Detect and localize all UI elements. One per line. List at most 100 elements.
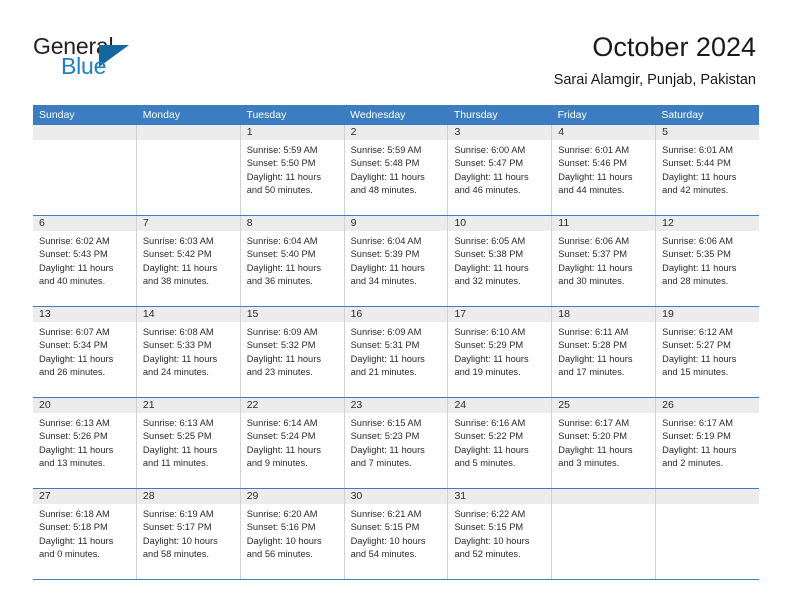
- sunrise-text: Sunrise: 6:13 AM: [39, 418, 110, 428]
- day-number: 22: [240, 398, 344, 413]
- calendar-day-cell[interactable]: 29 Sunrise: 6:20 AM Sunset: 5:16 PM Dayligh…: [240, 489, 345, 579]
- calendar-day-cell[interactable]: 15 Sunrise: 6:09 AM Sunset: 5:32 PM Dayligh…: [240, 307, 345, 397]
- day-sun-info: Sunrise: 6:22 AM Sunset: 5:15 PM Daylight:…: [448, 504, 551, 562]
- day-number: 21: [136, 398, 240, 413]
- day-sun-info: Sunrise: 6:03 AM Sunset: 5:42 PM Daylight:…: [137, 231, 240, 289]
- weekday-header-saturday: Saturday: [661, 109, 704, 121]
- sunset-text: Sunset: 5:29 PM: [454, 340, 524, 351]
- day-sun-info: Sunrise: 6:13 AM Sunset: 5:25 PM Daylight:…: [137, 413, 240, 471]
- daylight-text-line2: and 17 minutes.: [558, 367, 625, 378]
- calendar-day-cell[interactable]: 14 Sunrise: 6:08 AM Sunset: 5:33 PM Dayligh…: [136, 307, 241, 397]
- calendar-day-cell[interactable]: 9 Sunrise: 6:04 AM Sunset: 5:39 PM Daylight…: [344, 216, 449, 306]
- sunset-text: Sunset: 5:18 PM: [39, 522, 108, 533]
- day-number: 30: [344, 489, 448, 504]
- day-sun-info: Sunrise: 6:05 AM Sunset: 5:38 PM Daylight:…: [448, 231, 551, 289]
- daylight-text-line2: and 5 minutes.: [454, 458, 516, 469]
- day-number: 2: [344, 125, 448, 140]
- calendar-day-cell[interactable]: 20 Sunrise: 6:13 AM Sunset: 5:26 PM Dayligh…: [33, 398, 137, 488]
- page-header: General Blue October 2024 Sarai Alamgir,…: [0, 0, 792, 100]
- day-number: 31: [448, 489, 552, 504]
- daylight-text-line2: and 50 minutes.: [246, 185, 313, 196]
- calendar-day-cell[interactable]: 3 Sunrise: 6:00 AM Sunset: 5:47 PM Daylight…: [448, 125, 553, 215]
- calendar-day-cell[interactable]: 13 Sunrise: 6:07 AM Sunset: 5:34 PM Dayligh…: [33, 307, 137, 397]
- calendar-day-cell[interactable]: 11 Sunrise: 6:06 AM Sunset: 5:37 PM Dayligh…: [552, 216, 657, 306]
- calendar-day-cell[interactable]: 12 Sunrise: 6:06 AM Sunset: 5:35 PM Dayligh…: [656, 216, 760, 306]
- sunrise-text: Sunrise: 6:04 AM: [246, 236, 318, 246]
- day-sun-info: Sunrise: 6:16 AM Sunset: 5:22 PM Daylight:…: [448, 413, 551, 471]
- day-sun-info: Sunrise: 6:21 AM Sunset: 5:15 PM Daylight:…: [345, 504, 448, 562]
- day-number: 27: [33, 489, 136, 504]
- calendar-day-cell[interactable]: 18 Sunrise: 6:11 AM Sunset: 5:28 PM Dayligh…: [552, 307, 657, 397]
- generalblue-logo[interactable]: General Blue: [33, 33, 213, 85]
- daylight-text-line2: and 42 minutes.: [662, 185, 729, 196]
- calendar-day-cell[interactable]: 10 Sunrise: 6:05 AM Sunset: 5:38 PM Dayligh…: [448, 216, 553, 306]
- sunset-text: Sunset: 5:19 PM: [662, 431, 731, 442]
- calendar-week-row: 6 Sunrise: 6:02 AM Sunset: 5:43 PM Daylight…: [33, 216, 760, 307]
- sunset-text: Sunset: 5:38 PM: [454, 249, 524, 260]
- calendar-day-cell[interactable]: 16 Sunrise: 6:09 AM Sunset: 5:31 PM Dayligh…: [344, 307, 449, 397]
- day-number: 8: [240, 216, 344, 231]
- calendar-day-cell[interactable]: 5 Sunrise: 6:01 AM Sunset: 5:44 PM Daylight…: [656, 125, 760, 215]
- day-sun-info: Sunrise: 6:02 AM Sunset: 5:43 PM Daylight:…: [33, 231, 136, 289]
- daylight-text-line1: Daylight: 11 hours: [662, 444, 737, 455]
- sunset-text: Sunset: 5:34 PM: [39, 340, 108, 351]
- sunset-text: Sunset: 5:50 PM: [246, 158, 316, 169]
- calendar-day-cell[interactable]: 23 Sunrise: 6:15 AM Sunset: 5:23 PM Dayligh…: [344, 398, 449, 488]
- calendar-day-cell[interactable]: 24 Sunrise: 6:16 AM Sunset: 5:22 PM Dayligh…: [448, 398, 553, 488]
- day-sun-info: Sunrise: 6:19 AM Sunset: 5:17 PM Daylight:…: [137, 504, 240, 562]
- daylight-text-line1: Daylight: 11 hours: [558, 444, 633, 455]
- sunset-text: Sunset: 5:32 PM: [246, 340, 316, 351]
- sunrise-text: Sunrise: 6:06 AM: [558, 236, 630, 246]
- calendar-day-cell[interactable]: 27 Sunrise: 6:18 AM Sunset: 5:18 PM Dayligh…: [33, 489, 137, 579]
- calendar-day-cell[interactable]: 28 Sunrise: 6:19 AM Sunset: 5:17 PM Dayligh…: [136, 489, 241, 579]
- daylight-text-line2: and 13 minutes.: [39, 458, 106, 469]
- calendar-day-cell[interactable]: 8 Sunrise: 6:04 AM Sunset: 5:40 PM Daylight…: [240, 216, 345, 306]
- calendar-week-row: 27 Sunrise: 6:18 AM Sunset: 5:18 PM Dayligh…: [33, 489, 760, 580]
- calendar-day-cell[interactable]: 17 Sunrise: 6:10 AM Sunset: 5:29 PM Dayligh…: [448, 307, 553, 397]
- day-sun-info: Sunrise: 6:10 AM Sunset: 5:29 PM Daylight:…: [448, 322, 551, 380]
- daylight-text-line1: Daylight: 11 hours: [246, 444, 321, 455]
- day-sun-info: Sunrise: 6:07 AM Sunset: 5:34 PM Daylight:…: [33, 322, 136, 380]
- day-sun-info: Sunrise: 6:06 AM Sunset: 5:35 PM Daylight:…: [656, 231, 759, 289]
- sunset-text: Sunset: 5:35 PM: [662, 249, 731, 260]
- calendar-day-cell[interactable]: 2 Sunrise: 5:59 AM Sunset: 5:48 PM Daylight…: [344, 125, 449, 215]
- calendar-day-cell[interactable]: 7 Sunrise: 6:03 AM Sunset: 5:42 PM Daylight…: [136, 216, 241, 306]
- daylight-text-line2: and 52 minutes.: [454, 549, 521, 560]
- calendar-page: General Blue October 2024 Sarai Alamgir,…: [0, 0, 792, 612]
- day-number: 12: [656, 216, 760, 231]
- sunrise-text: Sunrise: 6:10 AM: [454, 327, 526, 337]
- sunrise-text: Sunrise: 6:09 AM: [246, 327, 318, 337]
- calendar-day-cell[interactable]: 25 Sunrise: 6:17 AM Sunset: 5:20 PM Dayligh…: [552, 398, 657, 488]
- daylight-text-line1: Daylight: 11 hours: [39, 353, 114, 364]
- day-number: 14: [136, 307, 240, 322]
- day-number: [656, 489, 760, 504]
- calendar-day-cell[interactable]: 19 Sunrise: 6:12 AM Sunset: 5:27 PM Dayligh…: [656, 307, 760, 397]
- daylight-text-line2: and 15 minutes.: [662, 367, 729, 378]
- daylight-text-line1: Daylight: 11 hours: [350, 171, 425, 182]
- calendar-day-cell[interactable]: 31 Sunrise: 6:22 AM Sunset: 5:15 PM Dayligh…: [448, 489, 553, 579]
- day-sun-info: Sunrise: 6:04 AM Sunset: 5:40 PM Daylight:…: [241, 231, 344, 289]
- calendar-day-cell[interactable]: 30 Sunrise: 6:21 AM Sunset: 5:15 PM Dayligh…: [344, 489, 449, 579]
- calendar-day-cell[interactable]: 6 Sunrise: 6:02 AM Sunset: 5:43 PM Daylight…: [33, 216, 137, 306]
- daylight-text-line1: Daylight: 11 hours: [246, 262, 321, 273]
- day-number: 29: [240, 489, 344, 504]
- calendar-day-cell[interactable]: 22 Sunrise: 6:14 AM Sunset: 5:24 PM Dayligh…: [240, 398, 345, 488]
- sunrise-text: Sunrise: 6:18 AM: [39, 509, 110, 519]
- calendar-day-cell[interactable]: 4 Sunrise: 6:01 AM Sunset: 5:46 PM Daylight…: [552, 125, 657, 215]
- daylight-text-line2: and 3 minutes.: [558, 458, 620, 469]
- sunset-text: Sunset: 5:15 PM: [454, 522, 524, 533]
- day-number: 1: [240, 125, 344, 140]
- calendar-day-cell[interactable]: 26 Sunrise: 6:17 AM Sunset: 5:19 PM Dayligh…: [656, 398, 760, 488]
- daylight-text-line1: Daylight: 11 hours: [454, 353, 529, 364]
- calendar-day-cell[interactable]: 1 Sunrise: 5:59 AM Sunset: 5:50 PM Daylight…: [240, 125, 345, 215]
- sunset-text: Sunset: 5:25 PM: [142, 431, 212, 442]
- day-sun-info: Sunrise: 6:08 AM Sunset: 5:33 PM Daylight:…: [137, 322, 240, 380]
- sunset-text: Sunset: 5:42 PM: [142, 249, 212, 260]
- day-number: 25: [552, 398, 656, 413]
- day-number: 11: [552, 216, 656, 231]
- calendar-day-cell[interactable]: 21 Sunrise: 6:13 AM Sunset: 5:25 PM Dayligh…: [136, 398, 241, 488]
- sunrise-text: Sunrise: 6:21 AM: [350, 509, 422, 519]
- day-number: 17: [448, 307, 552, 322]
- sunset-text: Sunset: 5:16 PM: [246, 522, 316, 533]
- sunrise-text: Sunrise: 6:22 AM: [454, 509, 526, 519]
